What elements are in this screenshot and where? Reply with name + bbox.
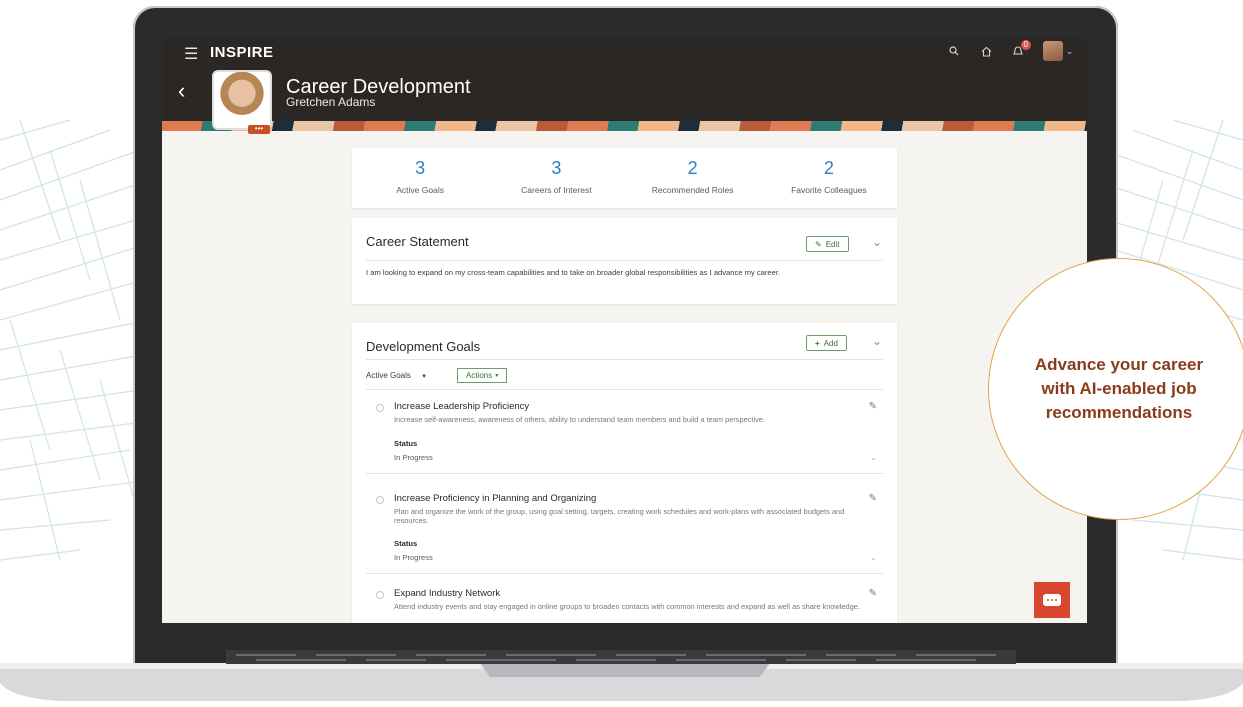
edit-goal-pencil-icon[interactable]: ✎ [869,493,877,504]
goal-item[interactable]: Increase Proficiency in Planning and Org… [366,493,883,573]
goal-select-radio[interactable] [376,496,384,504]
user-avatar [1042,41,1063,61]
chevron-down-icon[interactable]: ⌄ [872,334,882,348]
user-menu[interactable]: ⌄ [1041,41,1075,61]
stat-label: Recommended Roles [651,185,734,195]
goal-title: Increase Proficiency in Planning and Org… [394,493,597,504]
goal-filter-select[interactable]: Active Goals ▼ [366,371,427,380]
stat-label: Favorite Colleagues [791,185,867,195]
profile-photo[interactable] [212,70,272,130]
goal-status: In Progress [394,453,433,462]
goal-description: Attend industry events and stay engaged … [394,602,860,611]
goal-select-radio[interactable] [376,404,384,412]
stat-active-goals[interactable]: 3 Active Goals [352,148,488,208]
add-goal-button[interactable]: + Add [806,335,847,351]
app-screen: ☰ INSPIRE 0 ⌄ ‹ Career Development Gretc… [162,38,1087,623]
promo-text: Advance your career with AI-enabled job … [1034,355,1204,422]
notification-badge: 0 [1020,40,1031,50]
more-options-icon[interactable]: ••• [248,125,270,134]
actions-label: Actions [466,371,493,380]
decorative-banner [162,121,1087,131]
development-goals-card: Development Goals + Add ⌄ Active Goals ▼… [352,323,897,623]
hamburger-menu-icon[interactable]: ☰ [184,44,198,64]
stat-value: 3 [551,158,562,178]
header-actions: 0 ⌄ [945,40,1075,61]
divider [366,260,883,261]
actions-menu-button[interactable]: Actions ▾ [457,368,508,383]
add-label: Add [823,338,838,348]
stat-value: 2 [823,158,834,178]
development-goals-title: Development Goals [366,339,481,354]
notifications-icon[interactable]: 0 [1009,40,1031,60]
edit-button[interactable]: ✎ Edit [806,236,849,252]
stat-label: Active Goals [396,185,444,195]
pencil-icon: ✎ [815,239,822,249]
divider [366,359,883,360]
goal-description: Plan and organize the work of the group,… [394,507,845,525]
chat-bubble-icon [1043,594,1061,606]
summary-stats: 3 Active Goals 3 Careers of Interest 2 R… [352,148,897,208]
chevron-down-icon[interactable]: ⌄ [870,453,877,462]
chevron-down-icon[interactable]: ⌄ [872,235,882,249]
career-statement-card: Career Statement ✎ Edit ⌄ I am looking t… [352,218,897,304]
goal-title: Expand Industry Network [394,588,501,599]
employee-name: Gretchen Adams [286,95,376,109]
back-arrow-icon[interactable]: ‹ [178,78,185,104]
goal-title: Increase Leadership Proficiency [394,401,530,412]
stat-value: 3 [415,158,426,178]
marketing-stage: ☰ INSPIRE 0 ⌄ ‹ Career Development Gretc… [0,0,1243,707]
career-statement-text: I am looking to expand on my cross-team … [366,268,781,277]
goal-description: Increase self-awareness, awareness of ot… [394,415,765,424]
caret-down-icon: ▾ [495,373,499,379]
goal-item[interactable]: Increase Leadership Proficiency Increase… [366,401,883,481]
divider [366,573,883,574]
stat-value: 2 [687,158,698,178]
goal-item[interactable]: Expand Industry Network Attend industry … [366,588,883,623]
promo-callout: Advance your career with AI-enabled job … [988,258,1243,520]
chat-button[interactable] [1034,582,1070,618]
stat-favorite-colleagues[interactable]: 2 Favorite Colleagues [761,148,897,208]
edit-goal-pencil-icon[interactable]: ✎ [869,401,877,412]
brand-logo: INSPIRE [210,44,274,61]
edit-goal-pencil-icon[interactable]: ✎ [869,588,877,599]
chevron-down-icon: ⌄ [1065,45,1074,56]
filter-value: Active Goals [366,371,411,380]
career-statement-title: Career Statement [366,234,469,249]
status-label: Status [394,439,418,448]
home-icon[interactable] [977,42,995,60]
plus-icon: + [815,338,820,348]
stat-careers-of-interest[interactable]: 3 Careers of Interest [488,148,624,208]
status-label: Status [394,539,418,548]
dropdown-arrow-icon: ▼ [421,374,428,380]
divider [366,389,883,390]
stat-recommended-roles[interactable]: 2 Recommended Roles [625,148,761,208]
app-header: ☰ INSPIRE 0 ⌄ ‹ Career Development Gretc… [162,38,1087,121]
divider [366,473,883,474]
stat-label: Careers of Interest [521,185,592,195]
keyboard-reflection [226,650,1016,664]
edit-label: Edit [825,239,840,249]
goal-select-radio[interactable] [376,591,384,599]
goal-status: In Progress [394,553,433,562]
chevron-down-icon[interactable]: ⌄ [870,553,877,562]
search-icon[interactable] [945,42,963,60]
